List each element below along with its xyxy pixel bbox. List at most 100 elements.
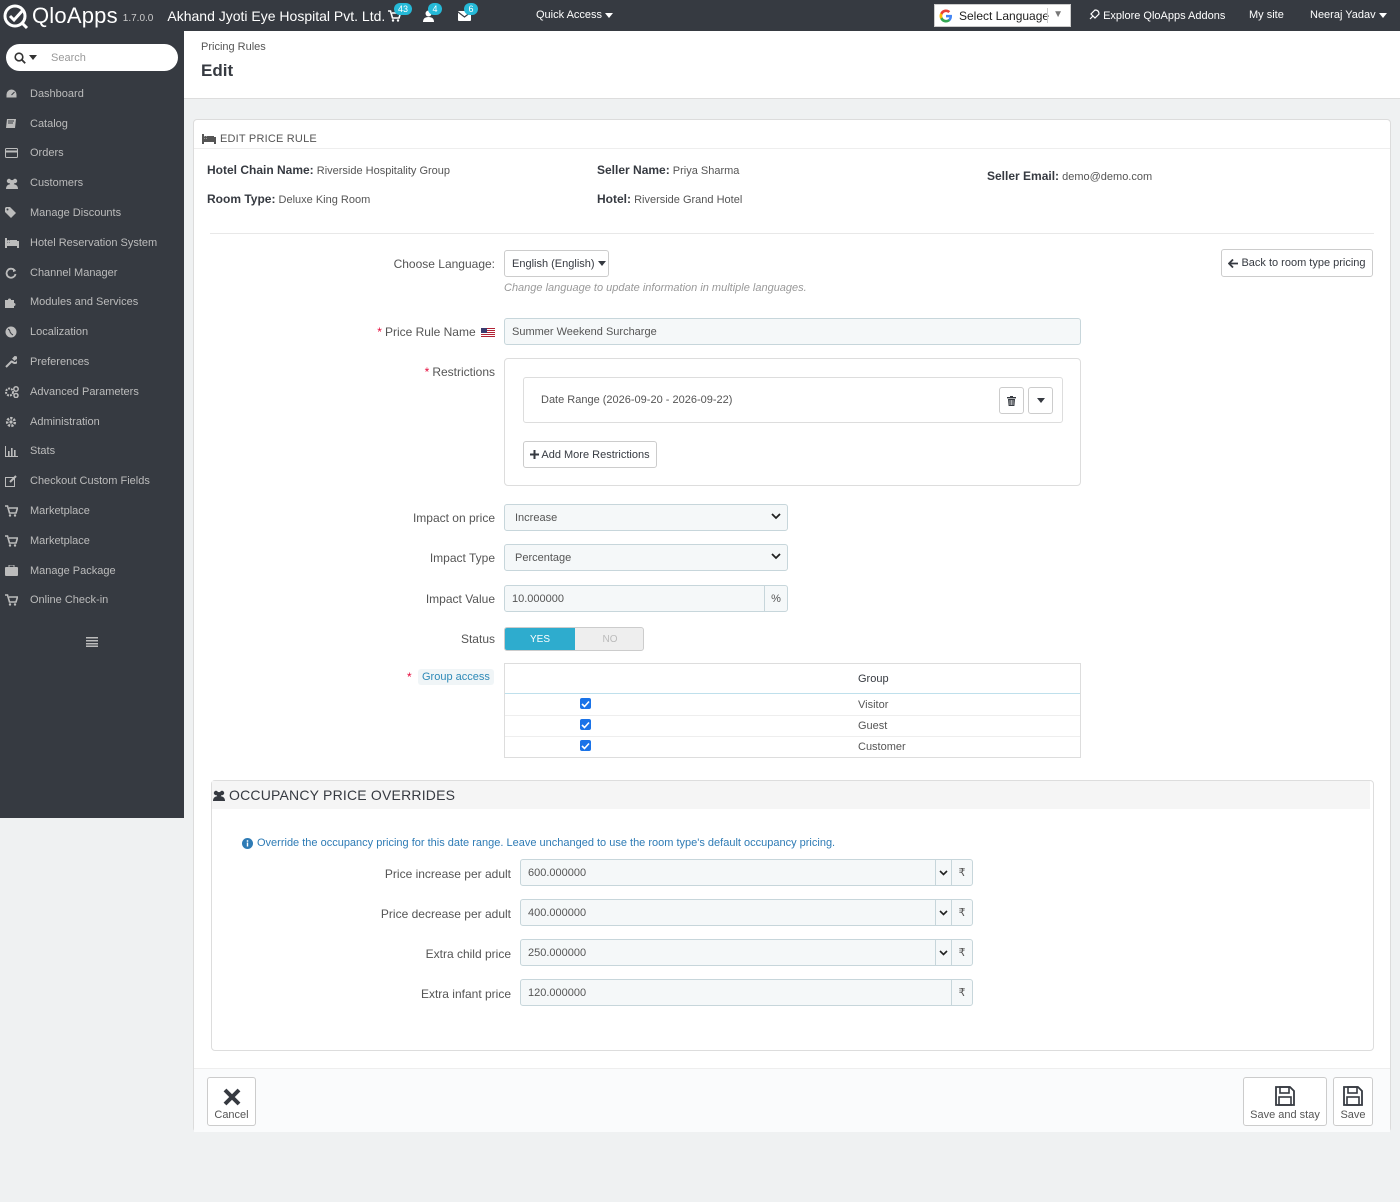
back-to-room-type-pricing-button[interactable]: Back to room type pricing [1221, 249, 1373, 277]
sidebar-item-stats[interactable]: Stats [0, 437, 184, 467]
currency-addon: ₹ [951, 939, 973, 966]
hotel-chain-info: Hotel Chain Name: Riverside Hospitality … [207, 163, 451, 177]
sidebar-item-checkout-fields[interactable]: Checkout Custom Fields [0, 466, 184, 496]
impact-type-label: Impact Type [429, 551, 495, 565]
caret-down-icon [1036, 398, 1045, 403]
restriction-options-button[interactable] [1028, 387, 1053, 414]
search-input[interactable]: Search [51, 52, 86, 64]
logo[interactable]: QloApps 1.7.0.0 [2, 0, 153, 31]
seller-name-info: Seller Name: Priya Sharma [597, 163, 740, 177]
caret-down-icon [605, 12, 614, 18]
chevron-down-icon [939, 949, 948, 956]
save-and-stay-label: Save and stay [1250, 1109, 1320, 1121]
occupancy-dropdown-toggle[interactable] [935, 859, 952, 886]
status-label: Status [460, 632, 495, 646]
sidebar: Search Dashboard Catalog Orders Customer… [0, 31, 184, 818]
cancel-button[interactable]: Cancel [207, 1077, 256, 1126]
explore-addons-label: Explore QloApps Addons [1103, 10, 1226, 22]
occupancy-dropdown-toggle[interactable] [935, 899, 952, 926]
occupancy-dropdown-toggle[interactable] [935, 939, 952, 966]
extra-infant-price-label: Extra infant price [420, 987, 511, 1001]
delete-restriction-button[interactable] [999, 387, 1024, 414]
search-icon[interactable] [14, 51, 37, 64]
save-and-stay-button[interactable]: Save and stay [1243, 1077, 1327, 1126]
google-translate-select[interactable]: Select Language ▼ [934, 4, 1071, 27]
sidebar-item-advanced-parameters[interactable]: Advanced Parameters [0, 377, 184, 407]
guest-checkbox[interactable] [580, 719, 591, 730]
occupancy-overrides-panel: OCCUPANCY PRICE OVERRIDES Override the o… [211, 780, 1374, 1051]
impact-value-label: Impact Value [425, 592, 495, 606]
sidebar-item-marketplace-2[interactable]: Marketplace [0, 526, 184, 556]
briefcase-icon [0, 565, 30, 577]
price-decrease-adult-label: Price decrease per adult [380, 907, 511, 921]
sidebar-item-channel-manager[interactable]: Channel Manager [0, 258, 184, 288]
sidebar-item-localization[interactable]: Localization [0, 317, 184, 347]
add-more-restrictions-button[interactable]: Add More Restrictions [523, 441, 657, 468]
extra-infant-price-input[interactable]: 120.000000 [520, 979, 952, 1006]
user-menu[interactable]: Neeraj Yadav [1310, 9, 1387, 21]
orders-notification[interactable]: 43 [383, 0, 413, 31]
sidebar-item-preferences[interactable]: Preferences [0, 347, 184, 377]
choose-language-label: Choose Language: [393, 257, 495, 271]
messages-badge: 6 [464, 3, 478, 15]
save-button[interactable]: Save [1333, 1077, 1373, 1126]
my-site-link[interactable]: My site [1249, 9, 1284, 21]
sidebar-item-customers[interactable]: Customers [0, 168, 184, 198]
tags-icon [0, 207, 30, 219]
language-select-label: Select Language [959, 8, 1050, 23]
sidebar-item-hotel-reservation[interactable]: Hotel Reservation System [0, 228, 184, 258]
status-yes-option[interactable]: YES [505, 628, 575, 650]
customers-badge: 4 [428, 3, 442, 15]
status-no-option[interactable]: NO [575, 628, 643, 650]
sidebar-item-catalog[interactable]: Catalog [0, 109, 184, 139]
book-icon [0, 118, 30, 130]
currency-addon: ₹ [951, 979, 973, 1006]
caret-down-icon [1378, 12, 1387, 18]
hotel-info: Hotel: Riverside Grand Hotel [597, 192, 743, 206]
impact-type-select[interactable]: Percentage [504, 544, 788, 571]
breadcrumb[interactable]: Pricing Rules [201, 41, 266, 53]
sidebar-item-online-checkin[interactable]: Online Check-in [0, 586, 184, 616]
edit-price-rule-panel: EDIT PRICE RULE Hotel Chain Name: Rivers… [193, 119, 1391, 1132]
impact-value-input[interactable]: 10.000000 [504, 585, 765, 612]
edit-icon [0, 475, 30, 488]
chevron-down-icon [771, 553, 781, 560]
sidebar-item-modules[interactable]: Modules and Services [0, 288, 184, 318]
chevron-down-icon [771, 513, 781, 520]
language-dropdown[interactable]: English (English) [504, 250, 609, 277]
sidebar-item-dashboard[interactable]: Dashboard [0, 79, 184, 109]
quick-access-menu[interactable]: Quick Access [536, 9, 614, 21]
language-dropdown-value: English (English) [512, 257, 595, 270]
cogs-icon [0, 385, 30, 398]
occupancy-info-text: Override the occupancy pricing for this … [257, 837, 836, 849]
price-decrease-adult-input[interactable]: 400.000000 [520, 899, 936, 926]
qloapps-logo-icon [3, 4, 29, 29]
visitor-checkbox[interactable] [580, 698, 591, 709]
sidebar-item-discounts[interactable]: Manage Discounts [0, 198, 184, 228]
price-increase-adult-input[interactable]: 600.000000 [520, 859, 936, 886]
credit-card-icon [0, 148, 30, 159]
table-row: Guest [505, 716, 1080, 737]
customers-notification[interactable]: 4 [417, 0, 442, 31]
price-rule-name-input[interactable]: Summer Weekend Surcharge [504, 318, 1081, 345]
impact-on-price-select[interactable]: Increase [504, 504, 788, 531]
explore-addons-link[interactable]: Explore QloApps Addons [1088, 9, 1225, 22]
sidebar-search[interactable]: Search [6, 44, 178, 71]
required-marker: * [377, 325, 382, 339]
close-icon [223, 1088, 240, 1106]
sidebar-item-marketplace[interactable]: Marketplace [0, 496, 184, 526]
percent-addon: % [764, 585, 788, 612]
required-marker: * [407, 670, 412, 684]
messages-notification[interactable]: 6 [453, 0, 478, 31]
status-switch[interactable]: YES NO [504, 627, 644, 651]
version-label: 1.7.0.0 [122, 13, 154, 24]
sidebar-item-administration[interactable]: Administration [0, 407, 184, 437]
customer-checkbox[interactable] [580, 740, 591, 751]
sidebar-item-manage-package[interactable]: Manage Package [0, 556, 184, 586]
bed-icon [202, 134, 216, 144]
rocket-icon [1089, 9, 1100, 20]
extra-child-price-input[interactable]: 250.000000 [520, 939, 936, 966]
menu-collapse-icon[interactable] [86, 636, 98, 650]
sidebar-item-orders[interactable]: Orders [0, 139, 184, 169]
restrictions-label: * Restrictions [424, 365, 495, 379]
